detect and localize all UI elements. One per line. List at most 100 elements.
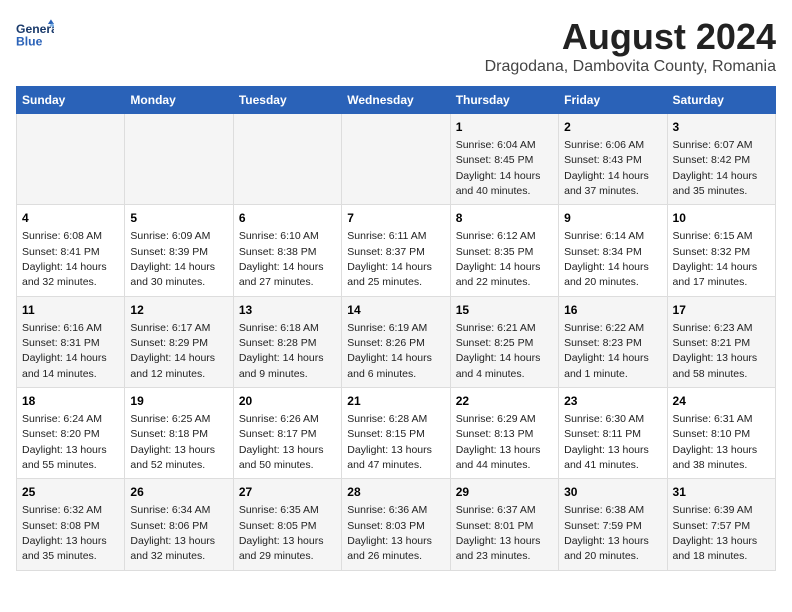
header-row: SundayMondayTuesdayWednesdayThursdayFrid… (17, 87, 776, 114)
calendar-cell: 16 Sunrise: 6:22 AM Sunset: 8:23 PM Dayli… (559, 296, 667, 387)
day-info: Sunrise: 6:37 AM Sunset: 8:01 PM Dayligh… (456, 504, 541, 562)
day-number: 11 (22, 302, 119, 319)
calendar-cell: 9Sunrise: 6:14 AM Sunset: 8:34 PM Daylig… (559, 205, 667, 296)
day-number: 29 (456, 484, 553, 501)
day-info: Sunrise: 6:12 AM Sunset: 8:35 PM Dayligh… (456, 230, 541, 288)
day-info: Sunrise: 6:39 AM Sunset: 7:57 PM Dayligh… (673, 504, 758, 562)
day-info: Sunrise: 6:15 AM Sunset: 8:32 PM Dayligh… (673, 230, 758, 288)
day-info: Sunrise: 6:11 AM Sunset: 8:37 PM Dayligh… (347, 230, 432, 288)
calendar-cell: 28Sunrise: 6:36 AM Sunset: 8:03 PM Dayli… (342, 479, 450, 570)
calendar-cell: 27 Sunrise: 6:35 AM Sunset: 8:05 PM Dayli… (233, 479, 341, 570)
calendar-cell: 10 Sunrise: 6:15 AM Sunset: 8:32 PM Dayli… (667, 205, 775, 296)
day-number: 9 (564, 210, 661, 227)
calendar-week-row: 4Sunrise: 6:08 AM Sunset: 8:41 PM Daylig… (17, 205, 776, 296)
weekday-header: Friday (559, 87, 667, 114)
calendar-cell: 21Sunrise: 6:28 AM Sunset: 8:15 PM Dayli… (342, 388, 450, 479)
day-number: 23 (564, 393, 661, 410)
day-info: Sunrise: 6:17 AM Sunset: 8:29 PM Dayligh… (130, 322, 215, 380)
main-title: August 2024 (485, 16, 776, 58)
calendar-week-row: 11 Sunrise: 6:16 AM Sunset: 8:31 PM Dayli… (17, 296, 776, 387)
calendar-cell: 25 Sunrise: 6:32 AM Sunset: 8:08 PM Dayli… (17, 479, 125, 570)
day-info: Sunrise: 6:35 AM Sunset: 8:05 PM Dayligh… (239, 504, 324, 562)
day-number: 2 (564, 119, 661, 136)
day-info: Sunrise: 6:25 AM Sunset: 8:18 PM Dayligh… (130, 413, 215, 471)
calendar-week-row: 1Sunrise: 6:04 AM Sunset: 8:45 PM Daylig… (17, 114, 776, 205)
day-number: 10 (673, 210, 770, 227)
logo-icon: General Blue (16, 16, 54, 54)
weekday-header: Saturday (667, 87, 775, 114)
day-number: 6 (239, 210, 336, 227)
calendar-cell: 17 Sunrise: 6:23 AM Sunset: 8:21 PM Dayli… (667, 296, 775, 387)
calendar-cell: 6Sunrise: 6:10 AM Sunset: 8:38 PM Daylig… (233, 205, 341, 296)
day-number: 30 (564, 484, 661, 501)
day-number: 18 (22, 393, 119, 410)
day-info: Sunrise: 6:38 AM Sunset: 7:59 PM Dayligh… (564, 504, 649, 562)
day-info: Sunrise: 6:34 AM Sunset: 8:06 PM Dayligh… (130, 504, 215, 562)
day-number: 13 (239, 302, 336, 319)
logo: General Blue (16, 16, 54, 54)
calendar-cell: 1Sunrise: 6:04 AM Sunset: 8:45 PM Daylig… (450, 114, 558, 205)
day-info: Sunrise: 6:21 AM Sunset: 8:25 PM Dayligh… (456, 322, 541, 380)
calendar-cell: 30 Sunrise: 6:38 AM Sunset: 7:59 PM Dayli… (559, 479, 667, 570)
day-number: 20 (239, 393, 336, 410)
day-number: 8 (456, 210, 553, 227)
day-info: Sunrise: 6:07 AM Sunset: 8:42 PM Dayligh… (673, 139, 758, 197)
weekday-header: Thursday (450, 87, 558, 114)
subtitle: Dragodana, Dambovita County, Romania (485, 58, 776, 76)
day-info: Sunrise: 6:16 AM Sunset: 8:31 PM Dayligh… (22, 322, 107, 380)
calendar-cell: 26 Sunrise: 6:34 AM Sunset: 8:06 PM Dayli… (125, 479, 233, 570)
calendar-table: SundayMondayTuesdayWednesdayThursdayFrid… (16, 86, 776, 571)
calendar-cell: 3Sunrise: 6:07 AM Sunset: 8:42 PM Daylig… (667, 114, 775, 205)
day-number: 31 (673, 484, 770, 501)
calendar-cell (342, 114, 450, 205)
day-number: 15 (456, 302, 553, 319)
day-info: Sunrise: 6:29 AM Sunset: 8:13 PM Dayligh… (456, 413, 541, 471)
day-info: Sunrise: 6:36 AM Sunset: 8:03 PM Dayligh… (347, 504, 432, 562)
day-number: 25 (22, 484, 119, 501)
day-info: Sunrise: 6:19 AM Sunset: 8:26 PM Dayligh… (347, 322, 432, 380)
calendar-cell: 5 Sunrise: 6:09 AM Sunset: 8:39 PM Daylig… (125, 205, 233, 296)
calendar-cell: 14 Sunrise: 6:19 AM Sunset: 8:26 PM Dayli… (342, 296, 450, 387)
weekday-header: Tuesday (233, 87, 341, 114)
calendar-cell: 31 Sunrise: 6:39 AM Sunset: 7:57 PM Dayli… (667, 479, 775, 570)
svg-text:Blue: Blue (16, 34, 43, 48)
calendar-cell: 7 Sunrise: 6:11 AM Sunset: 8:37 PM Daylig… (342, 205, 450, 296)
calendar-cell: 19 Sunrise: 6:25 AM Sunset: 8:18 PM Dayli… (125, 388, 233, 479)
day-number: 17 (673, 302, 770, 319)
calendar-week-row: 25 Sunrise: 6:32 AM Sunset: 8:08 PM Dayli… (17, 479, 776, 570)
day-number: 7 (347, 210, 444, 227)
title-section: August 2024 Dragodana, Dambovita County,… (485, 16, 776, 76)
calendar-cell: 18 Sunrise: 6:24 AM Sunset: 8:20 PM Dayli… (17, 388, 125, 479)
calendar-cell: 22 Sunrise: 6:29 AM Sunset: 8:13 PM Dayli… (450, 388, 558, 479)
day-info: Sunrise: 6:23 AM Sunset: 8:21 PM Dayligh… (673, 322, 758, 380)
calendar-cell: 23Sunrise: 6:30 AM Sunset: 8:11 PM Dayli… (559, 388, 667, 479)
day-info: Sunrise: 6:09 AM Sunset: 8:39 PM Dayligh… (130, 230, 215, 288)
calendar-cell: 20 Sunrise: 6:26 AM Sunset: 8:17 PM Dayli… (233, 388, 341, 479)
calendar-cell: 24Sunrise: 6:31 AM Sunset: 8:10 PM Dayli… (667, 388, 775, 479)
calendar-cell: 11 Sunrise: 6:16 AM Sunset: 8:31 PM Dayli… (17, 296, 125, 387)
day-number: 12 (130, 302, 227, 319)
calendar-cell: 2Sunrise: 6:06 AM Sunset: 8:43 PM Daylig… (559, 114, 667, 205)
day-number: 26 (130, 484, 227, 501)
day-info: Sunrise: 6:24 AM Sunset: 8:20 PM Dayligh… (22, 413, 107, 471)
day-info: Sunrise: 6:22 AM Sunset: 8:23 PM Dayligh… (564, 322, 649, 380)
day-number: 22 (456, 393, 553, 410)
calendar-cell: 29 Sunrise: 6:37 AM Sunset: 8:01 PM Dayli… (450, 479, 558, 570)
day-number: 14 (347, 302, 444, 319)
day-number: 16 (564, 302, 661, 319)
day-info: Sunrise: 6:32 AM Sunset: 8:08 PM Dayligh… (22, 504, 107, 562)
day-info: Sunrise: 6:31 AM Sunset: 8:10 PM Dayligh… (673, 413, 758, 471)
calendar-cell (17, 114, 125, 205)
day-number: 19 (130, 393, 227, 410)
weekday-header: Monday (125, 87, 233, 114)
day-number: 27 (239, 484, 336, 501)
day-info: Sunrise: 6:18 AM Sunset: 8:28 PM Dayligh… (239, 322, 324, 380)
calendar-cell: 13 Sunrise: 6:18 AM Sunset: 8:28 PM Dayli… (233, 296, 341, 387)
day-number: 5 (130, 210, 227, 227)
header: General Blue August 2024 Dragodana, Damb… (16, 16, 776, 76)
calendar-cell: 15 Sunrise: 6:21 AM Sunset: 8:25 PM Dayli… (450, 296, 558, 387)
calendar-cell: 12 Sunrise: 6:17 AM Sunset: 8:29 PM Dayli… (125, 296, 233, 387)
calendar-cell: 8 Sunrise: 6:12 AM Sunset: 8:35 PM Daylig… (450, 205, 558, 296)
day-info: Sunrise: 6:26 AM Sunset: 8:17 PM Dayligh… (239, 413, 324, 471)
weekday-header: Sunday (17, 87, 125, 114)
